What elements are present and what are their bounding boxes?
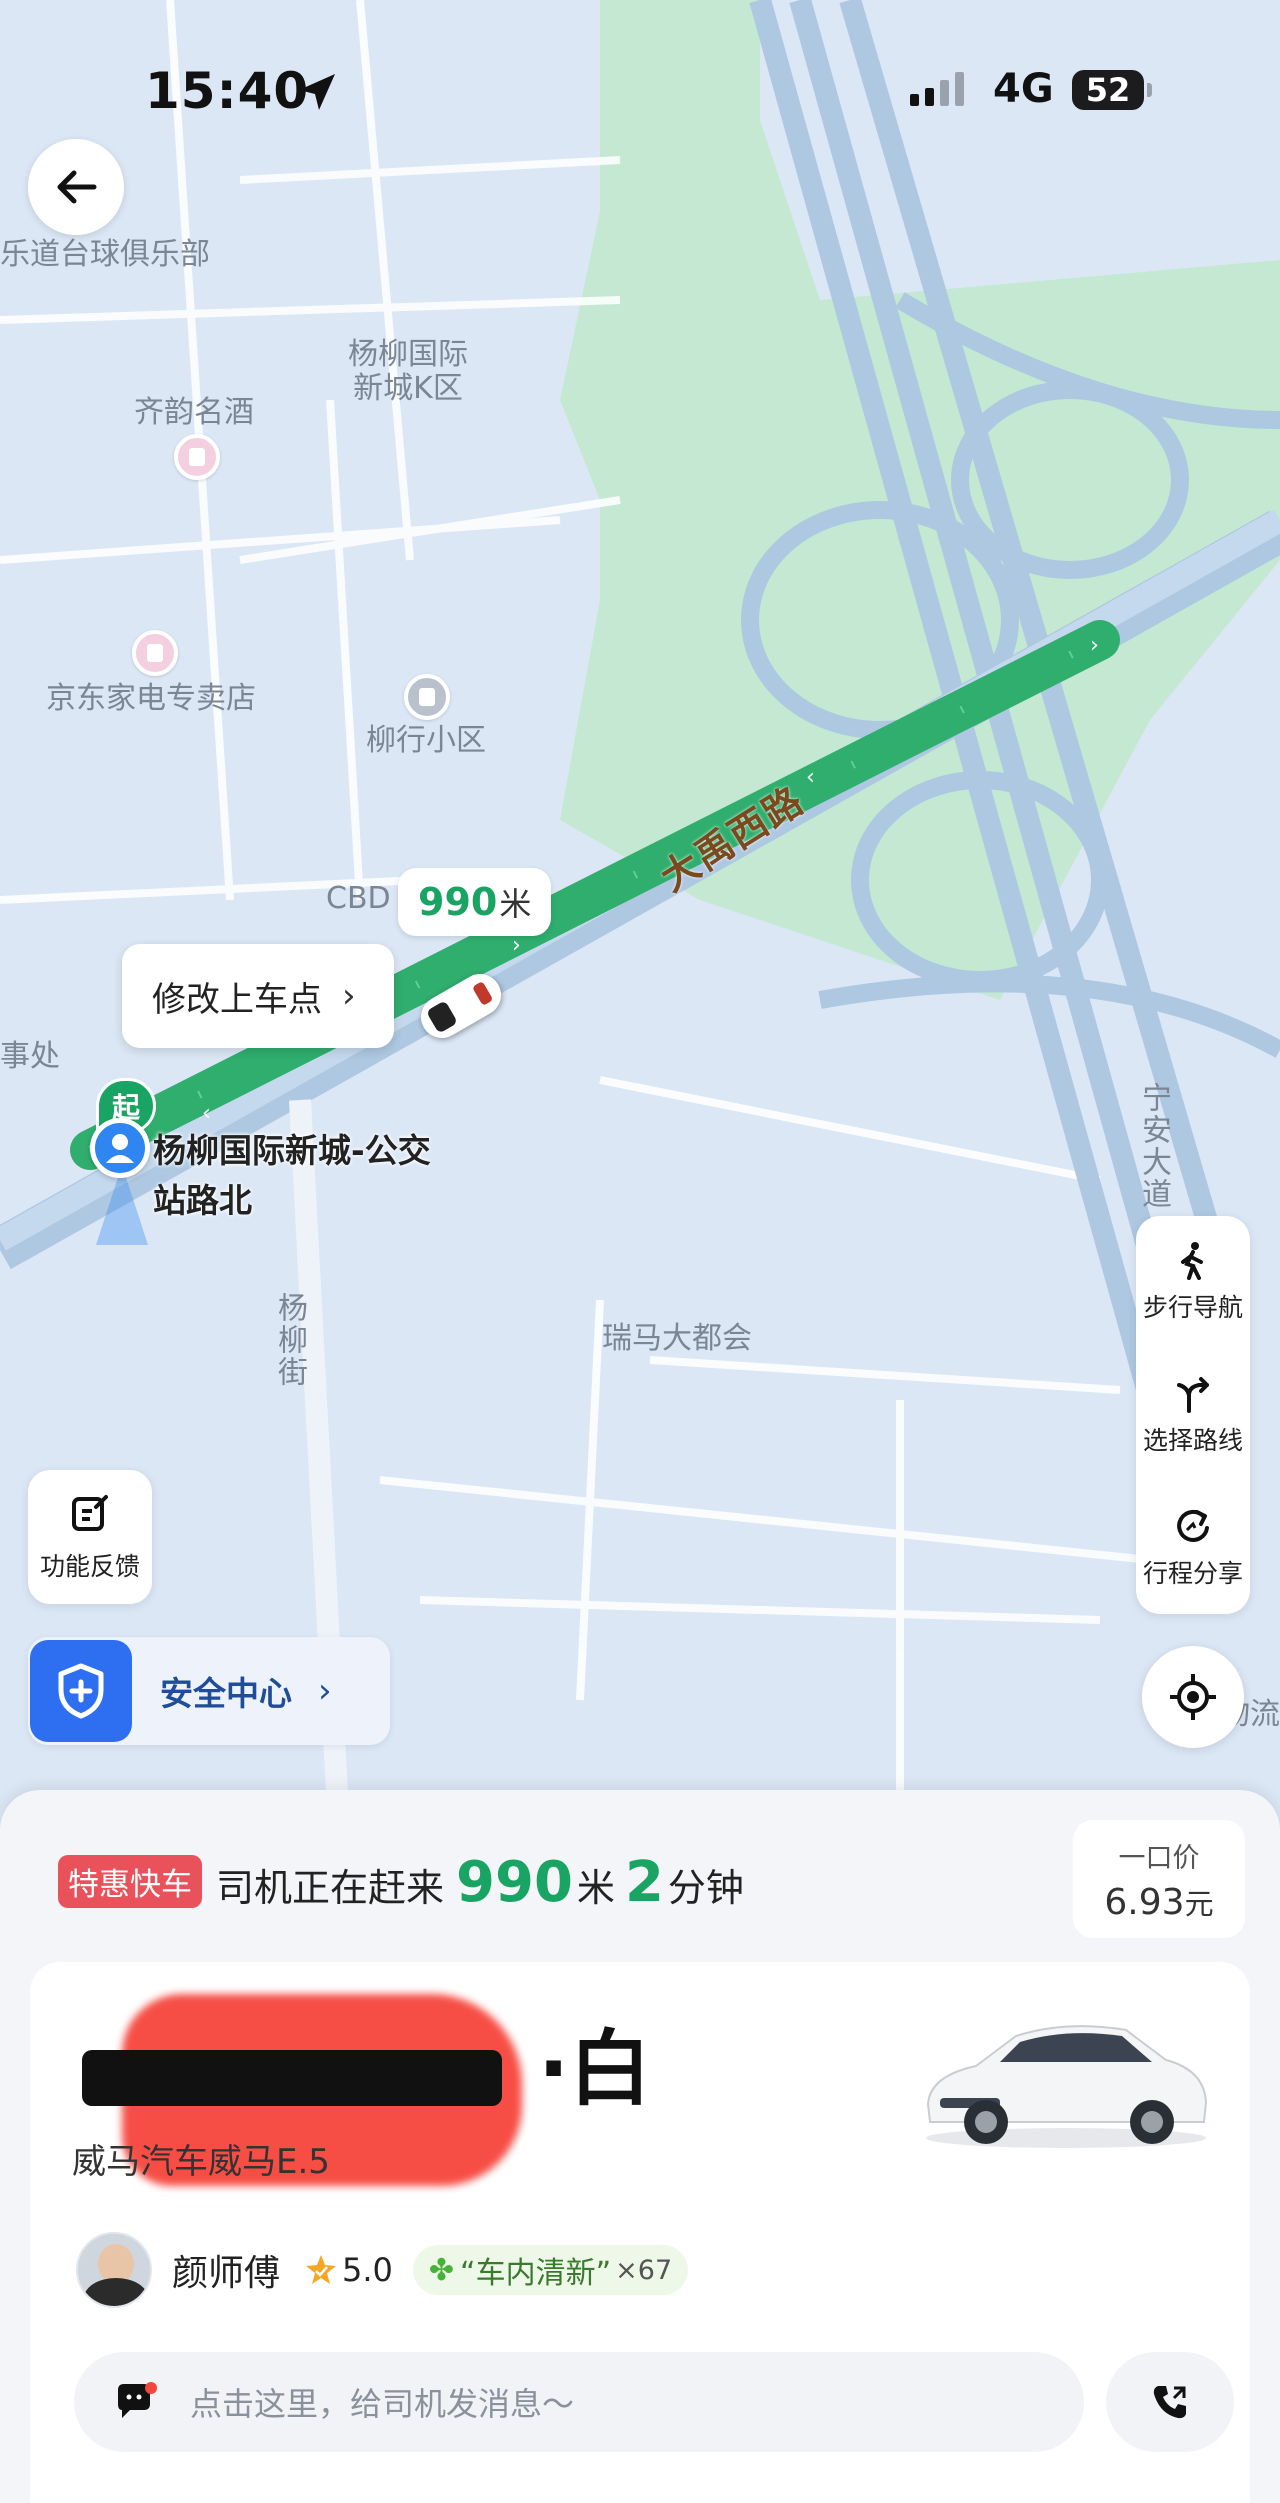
driver-info-row: 颜师傅 5.0 ✤ “车内清新” ×67 (76, 2232, 689, 2308)
network-type: 4G (993, 66, 1054, 112)
driver-name: 颜师傅 (172, 2253, 281, 2294)
star-icon (306, 2255, 337, 2284)
crosshair-icon (1170, 1674, 1216, 1720)
share-trip-label: 行程分享 (1142, 1559, 1243, 1588)
price-unit: 元 (1184, 1886, 1214, 1921)
back-button[interactable] (28, 139, 124, 235)
choose-route-label: 选择路线 (1142, 1426, 1243, 1455)
walking-icon (1173, 1240, 1213, 1280)
cell-signal-icon (910, 72, 964, 106)
price-label: 一口价 (1118, 1842, 1200, 1874)
distance-pill: 990 米 (398, 868, 552, 936)
map-label-yangliu-k: 杨柳国际 新城K区 (348, 337, 468, 406)
map-canvas: ‹ › ‹ › (0, 0, 1280, 1850)
message-driver-input[interactable]: 点击这里，给司机发消息～ (74, 2352, 1084, 2452)
car-image (926, 2025, 1208, 2148)
trip-sheet: 特惠快车 司机正在赶来 990 米 2 分钟 一口价 6.93元 ·白 威马汽车… (0, 1790, 1280, 2503)
map-label-qiyun: 齐韵名酒 (134, 395, 254, 430)
chevron-right-icon: › (342, 976, 356, 1016)
driver-avatar[interactable] (76, 2232, 152, 2308)
price-box[interactable]: 一口价 6.93元 (1073, 1820, 1245, 1938)
driver-card: ·白 威马汽车威马E.5 颜师傅 5.0 ✤ “车内清新” ×67 点击这里，给… (30, 1962, 1250, 2503)
map-label-yangliu-street: 杨柳街 (272, 1292, 307, 1388)
map-label-liuxing: 柳行小区 (366, 723, 486, 758)
safety-center-button[interactable]: 安全中心 › (28, 1637, 390, 1745)
share-trip-button[interactable]: 行程分享 (1136, 1482, 1250, 1614)
svg-text:›: › (512, 933, 521, 958)
walk-nav-label: 步行导航 (1142, 1293, 1243, 1322)
eta-distance: 990 (456, 1850, 573, 1915)
shield-icon (30, 1640, 132, 1742)
svg-text:›: › (1090, 633, 1099, 658)
map-label-cbd: CBD (326, 881, 391, 916)
eta-prefix: 司机正在赶来 (216, 1866, 445, 1910)
phone-icon (1153, 2386, 1186, 2419)
shop-icon[interactable] (132, 630, 178, 676)
map-label-office: 事处 (0, 1039, 60, 1074)
feedback-icon (72, 1495, 108, 1531)
locate-me-button[interactable] (1142, 1646, 1244, 1748)
chat-bubble-icon (118, 2382, 157, 2418)
map-label-ruima: 瑞马大都会 (602, 1321, 752, 1356)
message-placeholder: 点击这里，给司机发消息～ (190, 2385, 575, 2423)
share-icon (1173, 1506, 1213, 1546)
distance-unit: 米 (499, 885, 532, 923)
map-label-ningan: 宁安大道 (1136, 1082, 1171, 1210)
price-value: 6.93 (1104, 1881, 1185, 1923)
feedback-label: 功能反馈 (39, 1552, 140, 1581)
map-view[interactable]: ‹ › ‹ › 乐道台球俱乐部 杨柳国际 新城K区 齐韵名酒 京东家电专卖店 柳… (0, 0, 1280, 1850)
svg-text:‹: ‹ (806, 765, 815, 790)
map-tools-panel: 步行导航 选择路线 行程分享 (1136, 1216, 1250, 1614)
safety-center-label: 安全中心 (160, 1674, 292, 1713)
license-plate: ·白 (72, 1994, 651, 2186)
redaction-scribble (82, 2050, 502, 2106)
map-label-billiards: 乐道台球俱乐部 (0, 237, 210, 272)
price-amount: 6.93元 (1104, 1881, 1213, 1923)
driver-rating: 5.0 (304, 2251, 393, 2289)
eta-minutes: 2 (624, 1850, 664, 1915)
clover-icon: ✤ (428, 2252, 455, 2288)
shop-icon[interactable] (174, 434, 220, 480)
fresh-tag-count: ×67 (615, 2254, 673, 2286)
eta-minutes-unit: 分钟 (667, 1866, 744, 1910)
car-model: 威马汽车威马E.5 (72, 2142, 330, 2182)
feedback-button[interactable]: 功能反馈 (28, 1470, 152, 1604)
pickup-point-label: 杨柳国际新城-公交站路北 (153, 1131, 431, 1220)
modify-pickup-button[interactable]: 修改上车点 › (122, 944, 394, 1048)
map-label-jd-store: 京东家电专卖店 (46, 681, 256, 716)
status-time: 15:40 (145, 62, 310, 120)
plate-color-suffix: ·白 (538, 2021, 652, 2117)
modify-pickup-label: 修改上车点 (152, 979, 322, 1020)
residential-icon[interactable] (404, 674, 450, 720)
eta-distance-unit: 米 (576, 1866, 615, 1910)
route-fork-icon (1173, 1373, 1213, 1413)
service-tag: 特惠快车 (58, 1855, 202, 1908)
distance-value: 990 (418, 880, 498, 924)
choose-route-button[interactable]: 选择路线 (1136, 1349, 1250, 1481)
chevron-right-icon: › (318, 1671, 332, 1711)
fresh-car-tag: ✤ “车内清新” ×67 (412, 2245, 689, 2295)
arrow-left-icon (57, 170, 97, 204)
eta-row: 特惠快车 司机正在赶来 990 米 2 分钟 (58, 1850, 744, 1915)
rating-value: 5.0 (342, 2251, 393, 2289)
fresh-tag-label: “车内清新” (460, 2256, 612, 2291)
battery-level: 52 (1085, 71, 1131, 109)
walk-nav-button[interactable]: 步行导航 (1136, 1216, 1250, 1348)
battery-icon: 52 (1072, 70, 1152, 110)
location-arrow-icon (299, 74, 335, 110)
call-driver-button[interactable] (1106, 2352, 1234, 2452)
svg-text:‹: ‹ (202, 1101, 211, 1126)
user-location-icon (90, 1118, 150, 1178)
